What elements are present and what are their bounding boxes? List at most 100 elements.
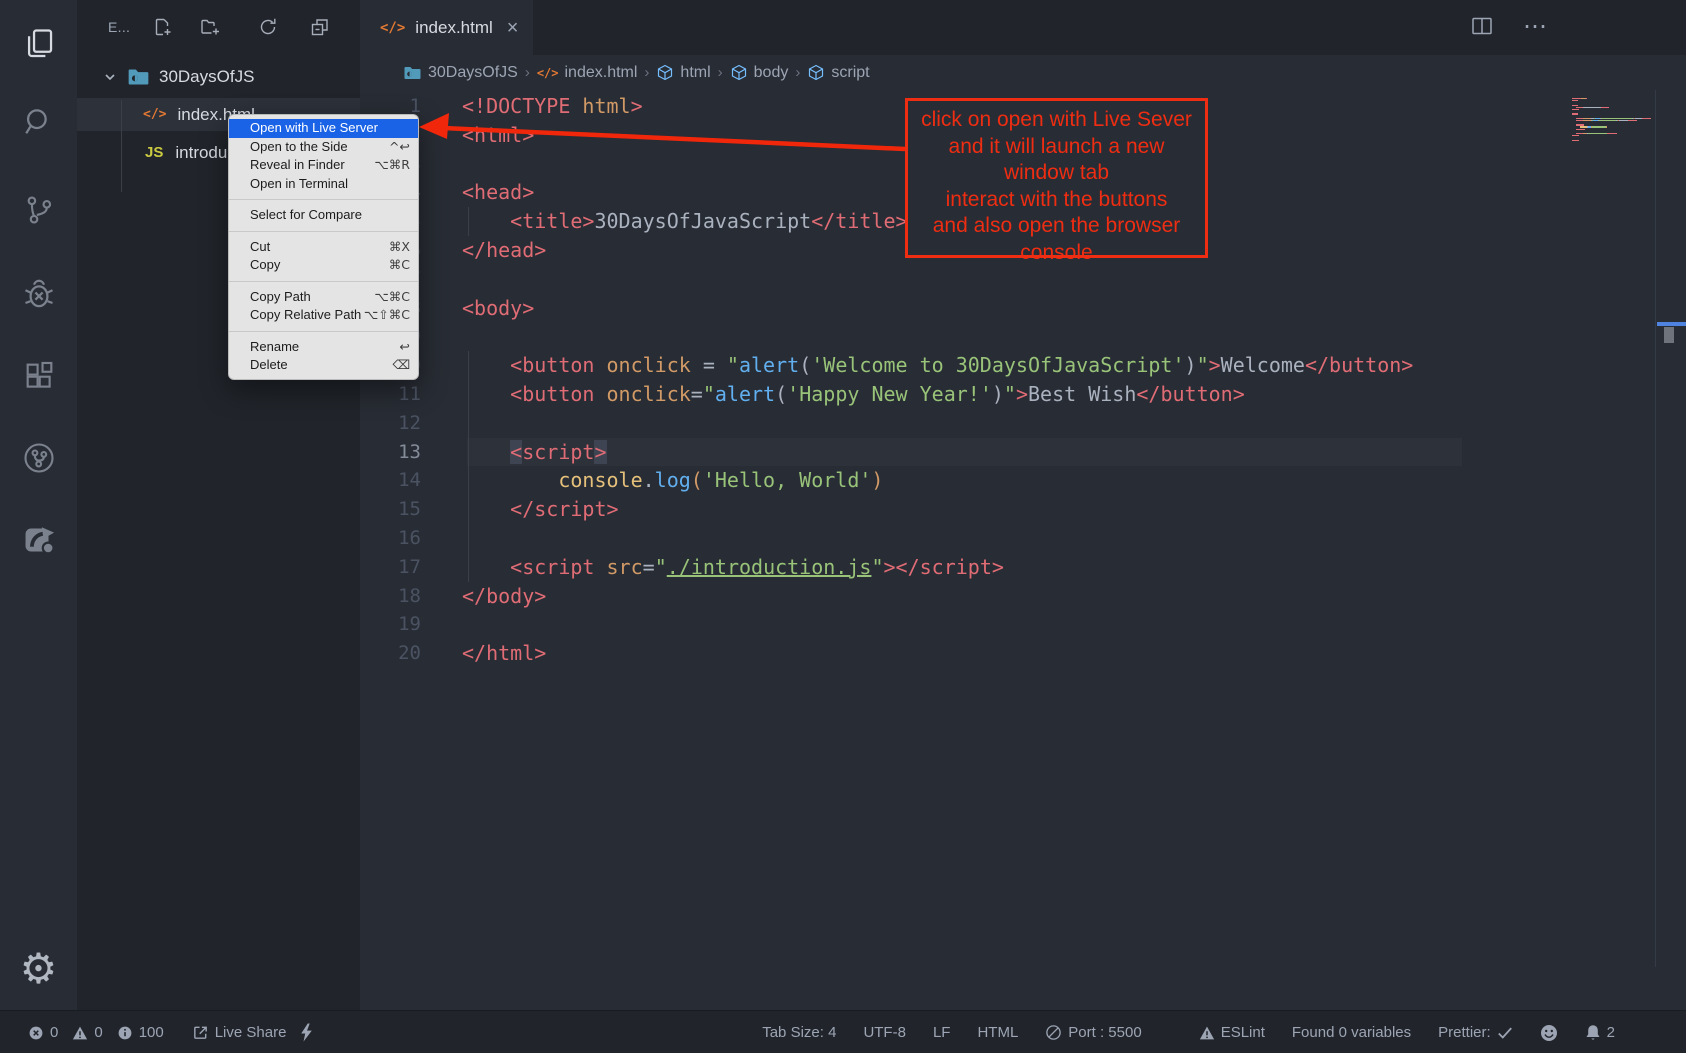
menu-separator [229,331,418,332]
code-line[interactable] [462,265,1413,294]
code-line[interactable]: </script> [462,495,1413,524]
symbol-cube-icon [656,64,674,82]
folder-icon [127,67,150,87]
minimap-line [1572,107,1662,108]
lightning-button[interactable] [300,1023,313,1042]
code-line[interactable] [462,409,1413,438]
check-icon [1497,1026,1513,1040]
search-icon[interactable] [0,90,77,154]
warning-icon [72,1025,88,1041]
js-file-icon: JS [145,144,163,161]
live-share-button[interactable]: Live Share [192,1024,287,1041]
prettier-indicator[interactable]: Prettier: [1438,1024,1513,1041]
breadcrumb-item-file[interactable]: </> index.html [537,64,638,82]
line-number[interactable]: 17 [360,553,421,582]
minimap[interactable] [1572,98,1662,142]
variables-indicator[interactable]: Found 0 variables [1292,1024,1411,1041]
eol-indicator[interactable]: LF [933,1024,951,1041]
annotation-note: click on open with Live Severand it will… [905,98,1208,258]
code-line[interactable]: </html> [462,639,1413,668]
context-menu-item[interactable]: Rename↩ [229,338,418,357]
encoding-indicator[interactable]: UTF-8 [863,1024,906,1041]
close-icon[interactable]: × [507,18,519,38]
chevron-down-icon [103,70,117,84]
folder-icon [403,65,422,81]
overview-ruler-border [1655,90,1656,967]
settings-gear-icon[interactable]: ⚙ [0,938,77,998]
notifications-bell[interactable]: 2 [1585,1024,1615,1042]
context-menu-item[interactable]: Copy Path⌥⌘C [229,288,418,307]
collapse-folders-icon[interactable] [310,17,330,37]
breadcrumb-item-html[interactable]: html [656,64,710,82]
line-number[interactable]: 11 [360,380,421,409]
context-menu-item[interactable]: Copy Relative Path⌥⇧⌘C [229,306,418,325]
breadcrumb-item-script[interactable]: script [807,64,869,82]
minimap-line [1572,98,1662,99]
line-number[interactable]: 19 [360,610,421,639]
live-server-port[interactable]: Port : 5500 [1045,1024,1141,1041]
tree-item-label: 30DaysOfJS [159,67,254,87]
refresh-icon[interactable] [258,17,278,37]
code-line[interactable]: <button onclick = "alert('Welcome to 30D… [462,351,1413,380]
code-line[interactable]: </body> [462,582,1413,611]
info-icon [117,1025,133,1041]
minimap-line [1572,105,1662,106]
context-menu-item[interactable]: Delete⌫ [229,356,418,375]
extensions-icon[interactable] [0,344,77,408]
context-menu-item[interactable]: Copy⌘C [229,256,418,275]
run-debug-icon[interactable] [0,262,77,326]
line-number[interactable]: 16 [360,524,421,553]
minimap-line [1572,118,1662,119]
problems-indicator[interactable]: 0 0 100 [28,1024,164,1041]
line-number[interactable]: 20 [360,639,421,668]
line-number[interactable]: 14 [360,466,421,495]
tree-item-root-folder[interactable]: 30DaysOfJS [77,60,360,93]
context-menu-item[interactable]: Select for Compare [229,206,418,225]
code-line[interactable]: <body> [462,294,1413,323]
line-number[interactable]: 15 [360,495,421,524]
tab-index-html[interactable]: </> index.html × [360,0,533,55]
breadcrumb-item-folder[interactable]: 30DaysOfJS [403,64,518,82]
html-file-icon: </> [143,107,166,122]
line-number[interactable]: 13 [360,438,421,467]
overview-selection-marker [1664,327,1674,343]
context-menu-item[interactable]: Open with Live Server [229,119,418,138]
code-line[interactable]: console.log('Hello, World') [462,466,1413,495]
tab-size-indicator[interactable]: Tab Size: 4 [762,1024,836,1041]
language-mode-indicator[interactable]: HTML [977,1024,1018,1041]
code-line[interactable] [462,524,1413,553]
status-bar: 0 0 100 Live Share Tab Size: 4 UTF-8 LF … [0,1010,1686,1053]
line-number[interactable]: 12 [360,409,421,438]
code-line[interactable]: <script src="./introduction.js"></script… [462,553,1413,582]
more-actions-icon[interactable]: ⋯ [1522,14,1548,40]
activity-bar: ⚙ [0,0,77,1010]
annotation-line: window tab [908,160,1205,187]
eslint-indicator[interactable]: ESLint [1199,1024,1265,1041]
context-menu: Open with Live ServerOpen to the Side^↩R… [228,114,419,380]
context-menu-item[interactable]: Reveal in Finder⌥⌘R [229,156,418,175]
feedback-smiley-button[interactable] [1540,1024,1558,1042]
line-number[interactable]: 18 [360,582,421,611]
live-server-share-icon[interactable] [0,506,77,570]
source-control-icon[interactable] [0,178,77,242]
minimap-line [1572,100,1662,101]
live-share-icon[interactable] [0,426,77,490]
new-folder-icon[interactable] [200,17,220,37]
html-file-icon: </> [537,66,559,80]
code-line[interactable] [462,322,1413,351]
code-line[interactable] [462,610,1413,639]
new-file-icon[interactable] [152,17,172,37]
lightning-icon [300,1023,313,1042]
split-editor-icon[interactable] [1470,14,1496,40]
code-line[interactable]: <button onclick="alert('Happy New Year!'… [462,380,1413,409]
minimap-line [1572,140,1662,141]
minimap-line [1572,116,1662,117]
breadcrumb-item-body[interactable]: body [730,64,789,82]
code-line[interactable]: <script> [462,438,1413,467]
chevron-right-icon: › [795,64,800,81]
context-menu-item[interactable]: Cut⌘X [229,238,418,257]
context-menu-item[interactable]: Open in Terminal [229,175,418,194]
context-menu-item[interactable]: Open to the Side^↩ [229,138,418,157]
annotation-line: console [908,240,1205,267]
explorer-icon[interactable] [0,12,77,76]
